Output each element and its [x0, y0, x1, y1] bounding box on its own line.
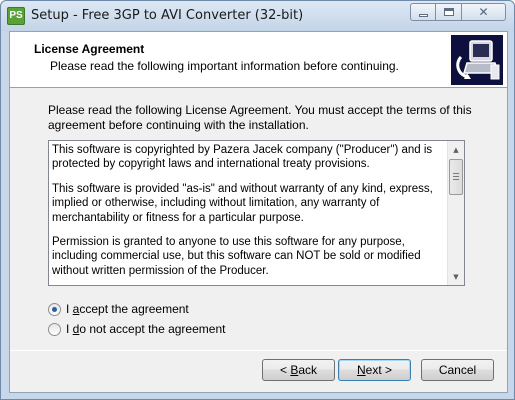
page-title: License Agreement — [34, 42, 145, 56]
computer-install-icon — [456, 40, 500, 80]
license-paragraph: Permission is granted to anyone to use t… — [52, 236, 421, 277]
footer-divider — [10, 350, 507, 351]
decline-radio[interactable] — [48, 322, 61, 336]
accept-label[interactable]: I accept the agreement — [66, 302, 189, 316]
license-text: This software is copyrighted by Pazera J… — [52, 143, 444, 288]
scroll-up-arrow-icon[interactable]: ▲ — [448, 141, 464, 158]
decline-label[interactable]: I do not accept the agreement — [66, 322, 225, 336]
accept-option[interactable]: I accept the agreement — [48, 302, 189, 316]
page-subtitle: Please read the following important info… — [50, 59, 399, 73]
license-paragraph: This software is provided "as-is" and wi… — [52, 182, 433, 224]
scroll-thumb[interactable] — [449, 159, 463, 195]
scroll-down-arrow-icon[interactable]: ▼ — [448, 268, 464, 285]
close-button[interactable]: ✕ — [462, 3, 506, 21]
installer-logo-icon — [451, 35, 503, 85]
setup-window: PS Setup - Free 3GP to AVI Converter (32… — [0, 0, 515, 400]
intro-text: Please read the following License Agreem… — [48, 103, 472, 132]
accept-radio[interactable] — [48, 302, 61, 316]
maximize-icon — [443, 8, 454, 16]
maximize-button[interactable] — [436, 3, 462, 21]
caption-buttons: ✕ — [410, 3, 506, 23]
cancel-button[interactable]: Cancel — [421, 359, 494, 381]
wizard-client-area: License Agreement Please read the follow… — [9, 31, 508, 393]
next-button[interactable]: Next > — [338, 359, 411, 381]
license-text-box[interactable]: This software is copyrighted by Pazera J… — [48, 140, 465, 286]
wizard-header: License Agreement Please read the follow… — [10, 32, 507, 88]
license-paragraph: This software is copyrighted by Pazera J… — [52, 144, 433, 171]
back-button[interactable]: < Back — [262, 359, 335, 381]
close-icon: ✕ — [478, 5, 489, 19]
decline-option[interactable]: I do not accept the agreement — [48, 322, 225, 336]
window-title: Setup - Free 3GP to AVI Converter (32-bi… — [31, 8, 304, 23]
vertical-scrollbar[interactable]: ▲ ▼ — [447, 141, 464, 285]
minimize-icon — [418, 13, 428, 17]
title-bar[interactable]: PS Setup - Free 3GP to AVI Converter (32… — [1, 1, 514, 31]
minimize-button[interactable] — [410, 3, 436, 21]
app-icon[interactable]: PS — [7, 7, 25, 25]
